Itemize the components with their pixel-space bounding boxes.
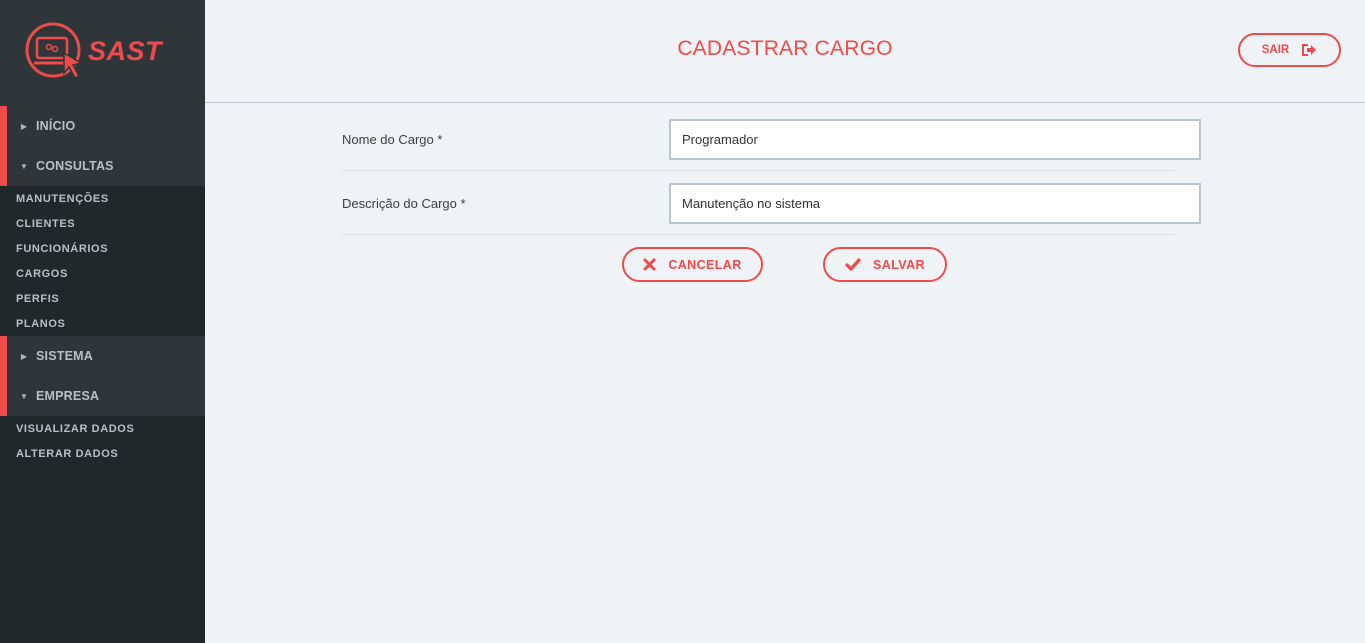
sign-out-icon: [1302, 44, 1317, 56]
check-icon: [845, 258, 861, 271]
submenu-item-manutencoes[interactable]: MANUTENÇÕES: [0, 186, 205, 211]
brand-logo[interactable]: SAST: [0, 0, 205, 106]
caret-down-icon: ▼: [20, 161, 28, 171]
sidebar-item-label: INÍCIO: [36, 119, 76, 133]
submenu-item-clientes[interactable]: CLIENTES: [0, 211, 205, 236]
sidebar-item-consultas[interactable]: ▼ CONSULTAS: [0, 146, 205, 186]
submenu-item-visualizar-dados[interactable]: VISUALIZAR DADOS: [0, 416, 205, 441]
logout-button[interactable]: SAIR: [1238, 33, 1341, 67]
caret-right-icon: ▶: [20, 351, 28, 361]
caret-down-icon: ▼: [20, 391, 28, 401]
form-row-nome: Nome do Cargo *: [342, 119, 1201, 171]
sidebar-item-sistema[interactable]: ▶ SISTEMA: [0, 336, 205, 376]
form-row-descricao: Descrição do Cargo *: [342, 183, 1201, 235]
close-icon: [643, 258, 656, 271]
save-label: SALVAR: [873, 257, 925, 272]
submenu-item-planos[interactable]: PLANOS: [0, 311, 205, 336]
submenu-empresa: VISUALIZAR DADOS ALTERAR DADOS: [0, 416, 205, 466]
descricao-cargo-input[interactable]: [669, 183, 1201, 224]
submenu-item-funcionarios[interactable]: FUNCIONÁRIOS: [0, 236, 205, 261]
submenu-consultas: MANUTENÇÕES CLIENTES FUNCIONÁRIOS CARGOS…: [0, 186, 205, 336]
sidebar: SAST ▶ INÍCIO ▼ CONSULTAS MANUTENÇÕES CL…: [0, 0, 205, 643]
save-button[interactable]: SALVAR: [823, 247, 947, 282]
sidebar-item-empresa[interactable]: ▼ EMPRESA: [0, 376, 205, 416]
caret-right-icon: ▶: [20, 121, 28, 131]
nome-cargo-label: Nome do Cargo *: [342, 132, 443, 147]
logout-label: SAIR: [1261, 44, 1290, 56]
submenu-item-cargos[interactable]: CARGOS: [0, 261, 205, 286]
sidebar-group-bottom: ▶ SISTEMA ▼ EMPRESA: [0, 336, 205, 416]
submenu-item-alterar-dados[interactable]: ALTERAR DADOS: [0, 441, 205, 466]
page-title: CADASTRAR CARGO: [677, 37, 893, 60]
brand-name: SAST: [88, 36, 163, 66]
descricao-cargo-label: Descrição do Cargo *: [342, 196, 466, 211]
nome-cargo-input[interactable]: [669, 119, 1201, 160]
submenu-item-perfis[interactable]: PERFIS: [0, 286, 205, 311]
cancel-button[interactable]: CANCELAR: [622, 247, 763, 282]
sidebar-group-top: ▶ INÍCIO ▼ CONSULTAS: [0, 106, 205, 186]
sidebar-item-label: EMPRESA: [36, 389, 100, 403]
cancel-label: CANCELAR: [668, 257, 742, 272]
sidebar-item-label: SISTEMA: [36, 349, 93, 363]
sidebar-item-inicio[interactable]: ▶ INÍCIO: [0, 106, 205, 146]
sidebar-item-label: CONSULTAS: [36, 159, 114, 173]
header: CADASTRAR CARGO SAIR: [205, 0, 1365, 103]
